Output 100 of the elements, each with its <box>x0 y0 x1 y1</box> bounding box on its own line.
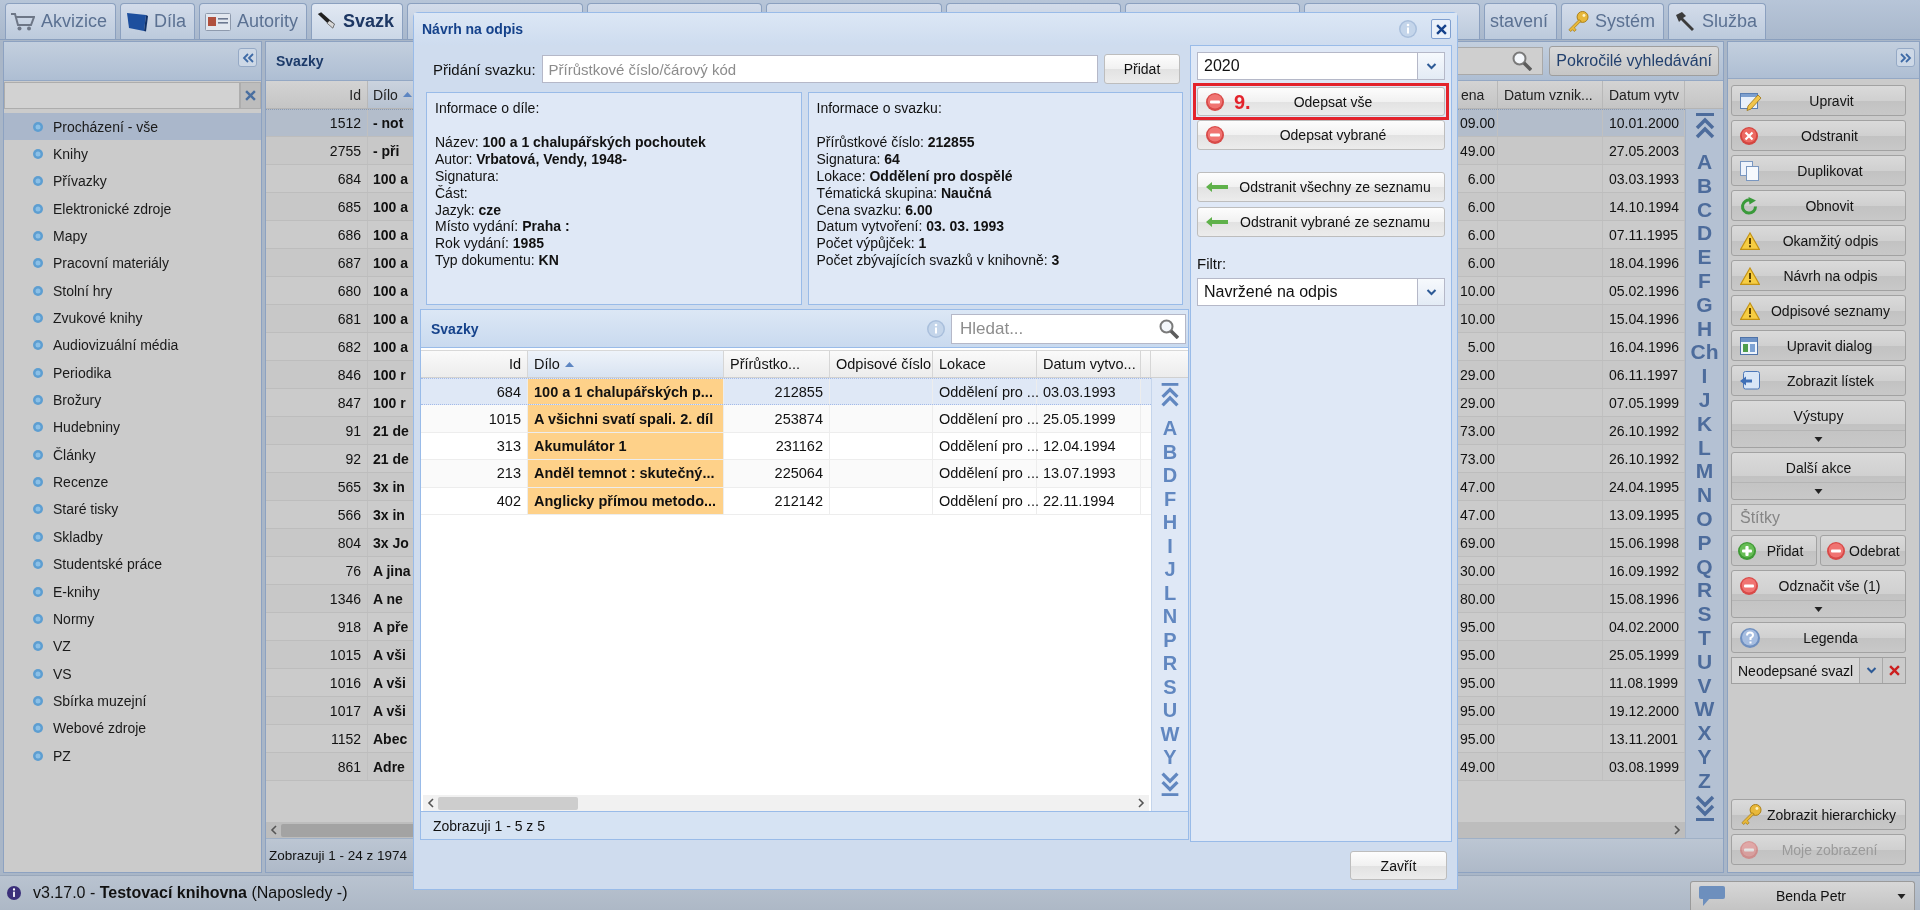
table-cell: 03.03.1993 <box>1037 379 1141 405</box>
dropdown-button[interactable] <box>1417 53 1444 79</box>
remove-from-list-button[interactable]: Odstranit všechny ze seznamu <box>1197 172 1445 202</box>
sidebar-item[interactable]: Studentské práce <box>4 550 261 578</box>
chevron-right-icon[interactable] <box>1138 798 1145 808</box>
close-button[interactable] <box>1431 19 1451 39</box>
write-off-button[interactable]: Odepsat vybrané <box>1197 120 1445 150</box>
info-line: Lokace: Oddělení pro dospělé <box>816 167 1014 185</box>
year-combo[interactable]: 2020 <box>1197 52 1445 80</box>
collapse-button[interactable] <box>238 48 257 67</box>
table-cell: 1017 <box>266 697 368 724</box>
table-cell: Oddělení pro ... <box>933 379 1037 405</box>
pen-icon <box>317 12 338 31</box>
menu-button[interactable]: Výstupy <box>1731 400 1906 448</box>
table-cell: 687 <box>266 249 368 276</box>
chevron-down-icon <box>1425 62 1437 70</box>
table-cell: 100 a 1 chalupářských p... <box>528 379 724 405</box>
user-menu-button[interactable]: Benda Petr <box>1690 881 1915 910</box>
unmark-all-button[interactable]: Odznačit vše (1) <box>1731 570 1906 618</box>
double-chevron-right-icon <box>1899 52 1912 63</box>
sidebar-item[interactable]: Zvukové knihy <box>4 304 261 332</box>
legend-button[interactable]: Legenda <box>1731 622 1906 653</box>
sidebar-item[interactable]: Články <box>4 441 261 469</box>
sidebar-item[interactable]: Skladby <box>4 523 261 551</box>
sidebar-item[interactable]: Periodika <box>4 359 261 387</box>
show-card-button[interactable]: Zobrazit lístek <box>1731 365 1906 396</box>
edit-dialog-button[interactable]: Upravit dialog <box>1731 330 1906 361</box>
sidebar-item[interactable]: Knihy <box>4 140 261 168</box>
warning-icon <box>1740 266 1760 285</box>
column-header[interactable]: Dílo <box>528 351 724 377</box>
sidebar-item[interactable]: Audiovizuální média <box>4 331 261 360</box>
tab[interactable]: Svazk <box>311 3 404 39</box>
search-icon <box>1512 51 1533 71</box>
menu-button[interactable]: Další akce <box>1731 452 1906 500</box>
write-off-button[interactable]: Návrh na odpis <box>1731 260 1906 291</box>
table-cell: 231162 <box>724 432 830 460</box>
sidebar-item[interactable]: Elektronické zdroje <box>4 195 261 223</box>
table-row[interactable]: 684 100 a 1 chalupářských p... 212855 Oddělení pro ... 03.03.1993 <box>421 378 1151 406</box>
filter-field[interactable] <box>4 82 240 109</box>
sidebar-item[interactable]: Normy <box>4 605 261 633</box>
add-button[interactable]: Přidat <box>1104 54 1180 84</box>
sidebar-item[interactable]: Stolní hry <box>4 277 261 305</box>
clear-button[interactable] <box>1882 658 1906 683</box>
caret-down-icon <box>1814 436 1823 442</box>
accession-number-field[interactable]: Přírůstkové číslo/čárový kód <box>541 55 1098 83</box>
sidebar-item[interactable]: Recenze <box>4 468 261 496</box>
table-cell: 682 <box>266 333 368 360</box>
search-field[interactable]: Hledat... <box>951 313 1186 344</box>
bullet-icon <box>33 176 43 187</box>
view-combo[interactable]: Neodepsané svazl <box>1731 657 1906 684</box>
sidebar-item[interactable]: PZ <box>4 741 261 770</box>
table-cell: 1016 <box>266 669 368 696</box>
chevron-left-icon[interactable] <box>427 798 434 808</box>
sidebar-item[interactable]: Webové zdroje <box>4 714 261 742</box>
jump-to-top-icon[interactable] <box>1159 383 1181 409</box>
table-row[interactable]: 402 Anglicky přímou metodo... 212142 Oddělení pro ... 22.11.1994 <box>421 487 1151 515</box>
advanced-search-button[interactable]: Pokročilé vyhledávání <box>1549 46 1719 76</box>
sidebar-item[interactable]: Sbírka muzejní <box>4 687 261 715</box>
sidebar-item[interactable]: Brožury <box>4 386 261 414</box>
filter-combo[interactable]: Navržené na odpis <box>1197 278 1445 306</box>
sidebar-item[interactable]: VZ <box>4 632 261 660</box>
tags-field[interactable]: Štítky <box>1731 504 1906 531</box>
sidebar-item[interactable]: Procházení - vše <box>4 113 261 141</box>
dropdown-button[interactable] <box>1859 658 1883 683</box>
minus-circle-icon <box>1740 840 1758 859</box>
sort-ascending-icon <box>402 92 412 97</box>
sidebar-item[interactable]: Staré tisky <box>4 495 261 524</box>
sidebar-item[interactable]: VS <box>4 659 261 688</box>
sidebar-item[interactable]: Hudebniny <box>4 413 261 442</box>
table-cell: 1015 <box>266 641 368 668</box>
refresh-button[interactable]: Obnovit <box>1731 190 1906 221</box>
table-cell: 1346 <box>266 585 368 612</box>
table-cell: 22.11.1994 <box>1037 487 1141 514</box>
table-cell: Oddělení pro ... <box>933 432 1037 460</box>
add-tag-button[interactable]: Přidat <box>1731 535 1817 566</box>
remove-from-list-button[interactable]: Odstranit vybrané ze seznamu <box>1197 207 1445 237</box>
hierarchy-button[interactable]: Zobrazit hierarchicky <box>1731 799 1906 830</box>
sidebar-item[interactable]: Mapy <box>4 222 261 250</box>
write-off-button[interactable]: Odpisové seznamy <box>1731 295 1906 326</box>
edit-button[interactable]: Upravit <box>1731 85 1906 116</box>
table-row[interactable]: 1015 A všichni svatí spali. 2. díl 253874 Oddělení pro ... 25.05.1999 <box>421 405 1151 433</box>
table-row[interactable]: 213 Anděl temnot : skutečný... 225064 Oddělení pro ... 13.07.1993 <box>421 460 1151 488</box>
delete-button[interactable]: Odstranit <box>1731 120 1906 151</box>
sidebar-item[interactable]: Přívazky <box>4 167 261 196</box>
column-header[interactable]: ena <box>1458 81 1498 108</box>
sidebar-item[interactable]: Pracovní materiály <box>4 249 261 278</box>
write-off-button[interactable]: Okamžitý odpis <box>1731 225 1906 256</box>
duplicate-button[interactable]: Duplikovat <box>1731 155 1906 186</box>
table-row[interactable]: 313 Akumulátor 1 231162 Oddělení pro ... 12.04.1994 <box>421 432 1151 461</box>
minus-circle-icon <box>1206 126 1224 144</box>
horizontal-scrollbar[interactable] <box>423 795 1149 811</box>
expand-button[interactable] <box>1896 48 1915 67</box>
close-button[interactable]: Zavřít <box>1350 851 1447 880</box>
clear-button[interactable] <box>240 82 261 109</box>
sidebar-item[interactable]: E-knihy <box>4 577 261 606</box>
chevron-left-icon[interactable] <box>270 825 277 835</box>
scrollbar-thumb[interactable] <box>438 796 578 810</box>
chevron-right-icon[interactable] <box>1674 825 1681 835</box>
dropdown-button[interactable] <box>1417 279 1444 305</box>
remove-tag-button[interactable]: Odebrat <box>1820 535 1906 566</box>
